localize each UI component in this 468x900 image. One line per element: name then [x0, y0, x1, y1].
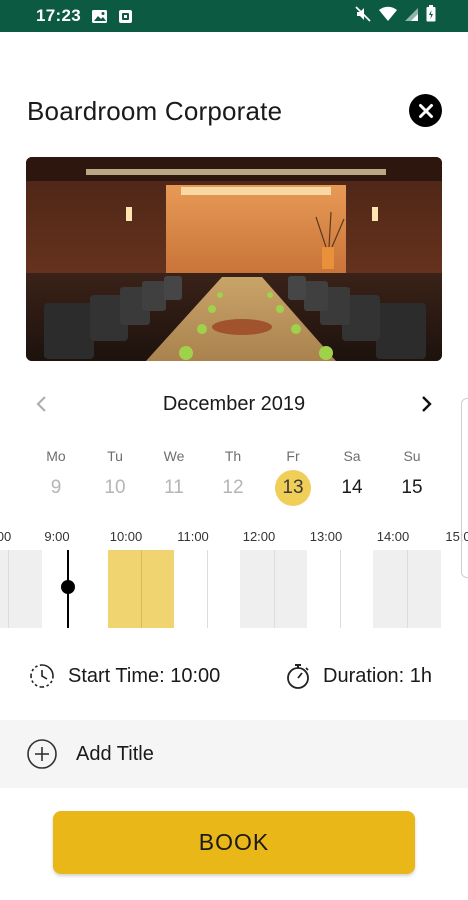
- month-label: December 2019: [162, 393, 306, 415]
- side-scroll-indicator: [461, 398, 468, 578]
- mute-icon: [355, 5, 371, 27]
- hour-label: 00: [0, 529, 12, 544]
- next-month-button[interactable]: [414, 391, 440, 417]
- day-friday[interactable]: Fr 13: [263, 446, 323, 506]
- hour-label: 9:00: [44, 529, 70, 544]
- day-name: Su: [403, 448, 421, 464]
- day-name: We: [163, 448, 185, 464]
- day-tuesday[interactable]: Tu 10: [85, 446, 145, 506]
- day-name: Fr: [286, 448, 300, 464]
- day-wednesday[interactable]: We 11: [144, 446, 204, 506]
- busy-slot: [0, 550, 42, 628]
- hour-label: 14:00: [376, 529, 410, 544]
- hour-label: 11:00: [177, 529, 209, 544]
- day-number: 10: [104, 477, 126, 498]
- day-name: Sa: [343, 448, 361, 464]
- hour-label: 12:00: [242, 529, 276, 544]
- day-saturday[interactable]: Sa 14: [322, 446, 382, 506]
- start-time-label: Start Time: 10:00: [68, 664, 221, 687]
- stopwatch-icon: [287, 664, 309, 689]
- half-hour-line: [340, 550, 341, 628]
- add-title-label: Add Title: [76, 742, 154, 765]
- start-time-selector[interactable]: Start Time: 10:00: [28, 662, 220, 690]
- wifi-icon: [378, 6, 398, 27]
- notification-icon: [118, 9, 133, 24]
- day-number: 13: [275, 470, 311, 506]
- battery-icon: [426, 5, 436, 27]
- booking-info-row: Start Time: 10:00 Duration: 1h: [0, 656, 468, 696]
- day-name: Mo: [46, 448, 66, 464]
- time-slot-timeline[interactable]: 00 9:00 10:00 11:00 12:00 13:00 14:00 15…: [0, 524, 468, 632]
- half-hour-line: [141, 550, 142, 628]
- chevron-right-icon: [422, 396, 432, 412]
- day-number: 12: [222, 477, 244, 498]
- duration-label: Duration: 1h: [323, 664, 432, 687]
- close-icon: [418, 103, 433, 118]
- current-time-dot: [61, 580, 75, 594]
- signal-icon: [405, 6, 419, 27]
- day-thursday[interactable]: Th 12: [203, 446, 263, 506]
- day-number: 15: [401, 477, 423, 498]
- day-monday[interactable]: Mo 9: [26, 446, 86, 506]
- week-day-picker: Mo 9 Tu 10 We 11 Th 12 Fr 13 Sa 14 Su 15: [26, 446, 442, 506]
- hour-label: 10:00: [109, 529, 143, 544]
- day-name: Tu: [107, 448, 123, 464]
- status-bar: 17:23: [0, 0, 468, 32]
- day-number: 9: [50, 477, 62, 498]
- clock-start-icon: [30, 664, 54, 688]
- half-hour-line: [407, 550, 408, 628]
- half-hour-line: [8, 550, 9, 628]
- page-title: Boardroom Corporate: [27, 96, 283, 126]
- half-hour-line: [274, 550, 275, 628]
- half-hour-line: [207, 550, 208, 628]
- add-circle-icon: [27, 739, 57, 769]
- book-button[interactable]: BOOK: [53, 811, 415, 874]
- hour-label: 13:00: [309, 529, 343, 544]
- image-icon: [91, 9, 108, 24]
- status-time: 17:23: [36, 6, 81, 25]
- room-photo: [26, 157, 442, 361]
- duration-selector[interactable]: Duration: 1h: [285, 662, 432, 690]
- close-button[interactable]: [409, 94, 442, 127]
- day-sunday[interactable]: Su 15: [382, 446, 442, 506]
- day-name: Th: [224, 448, 242, 464]
- day-number: 11: [164, 477, 184, 498]
- day-number: 14: [341, 477, 363, 498]
- add-title-button[interactable]: Add Title: [0, 720, 468, 788]
